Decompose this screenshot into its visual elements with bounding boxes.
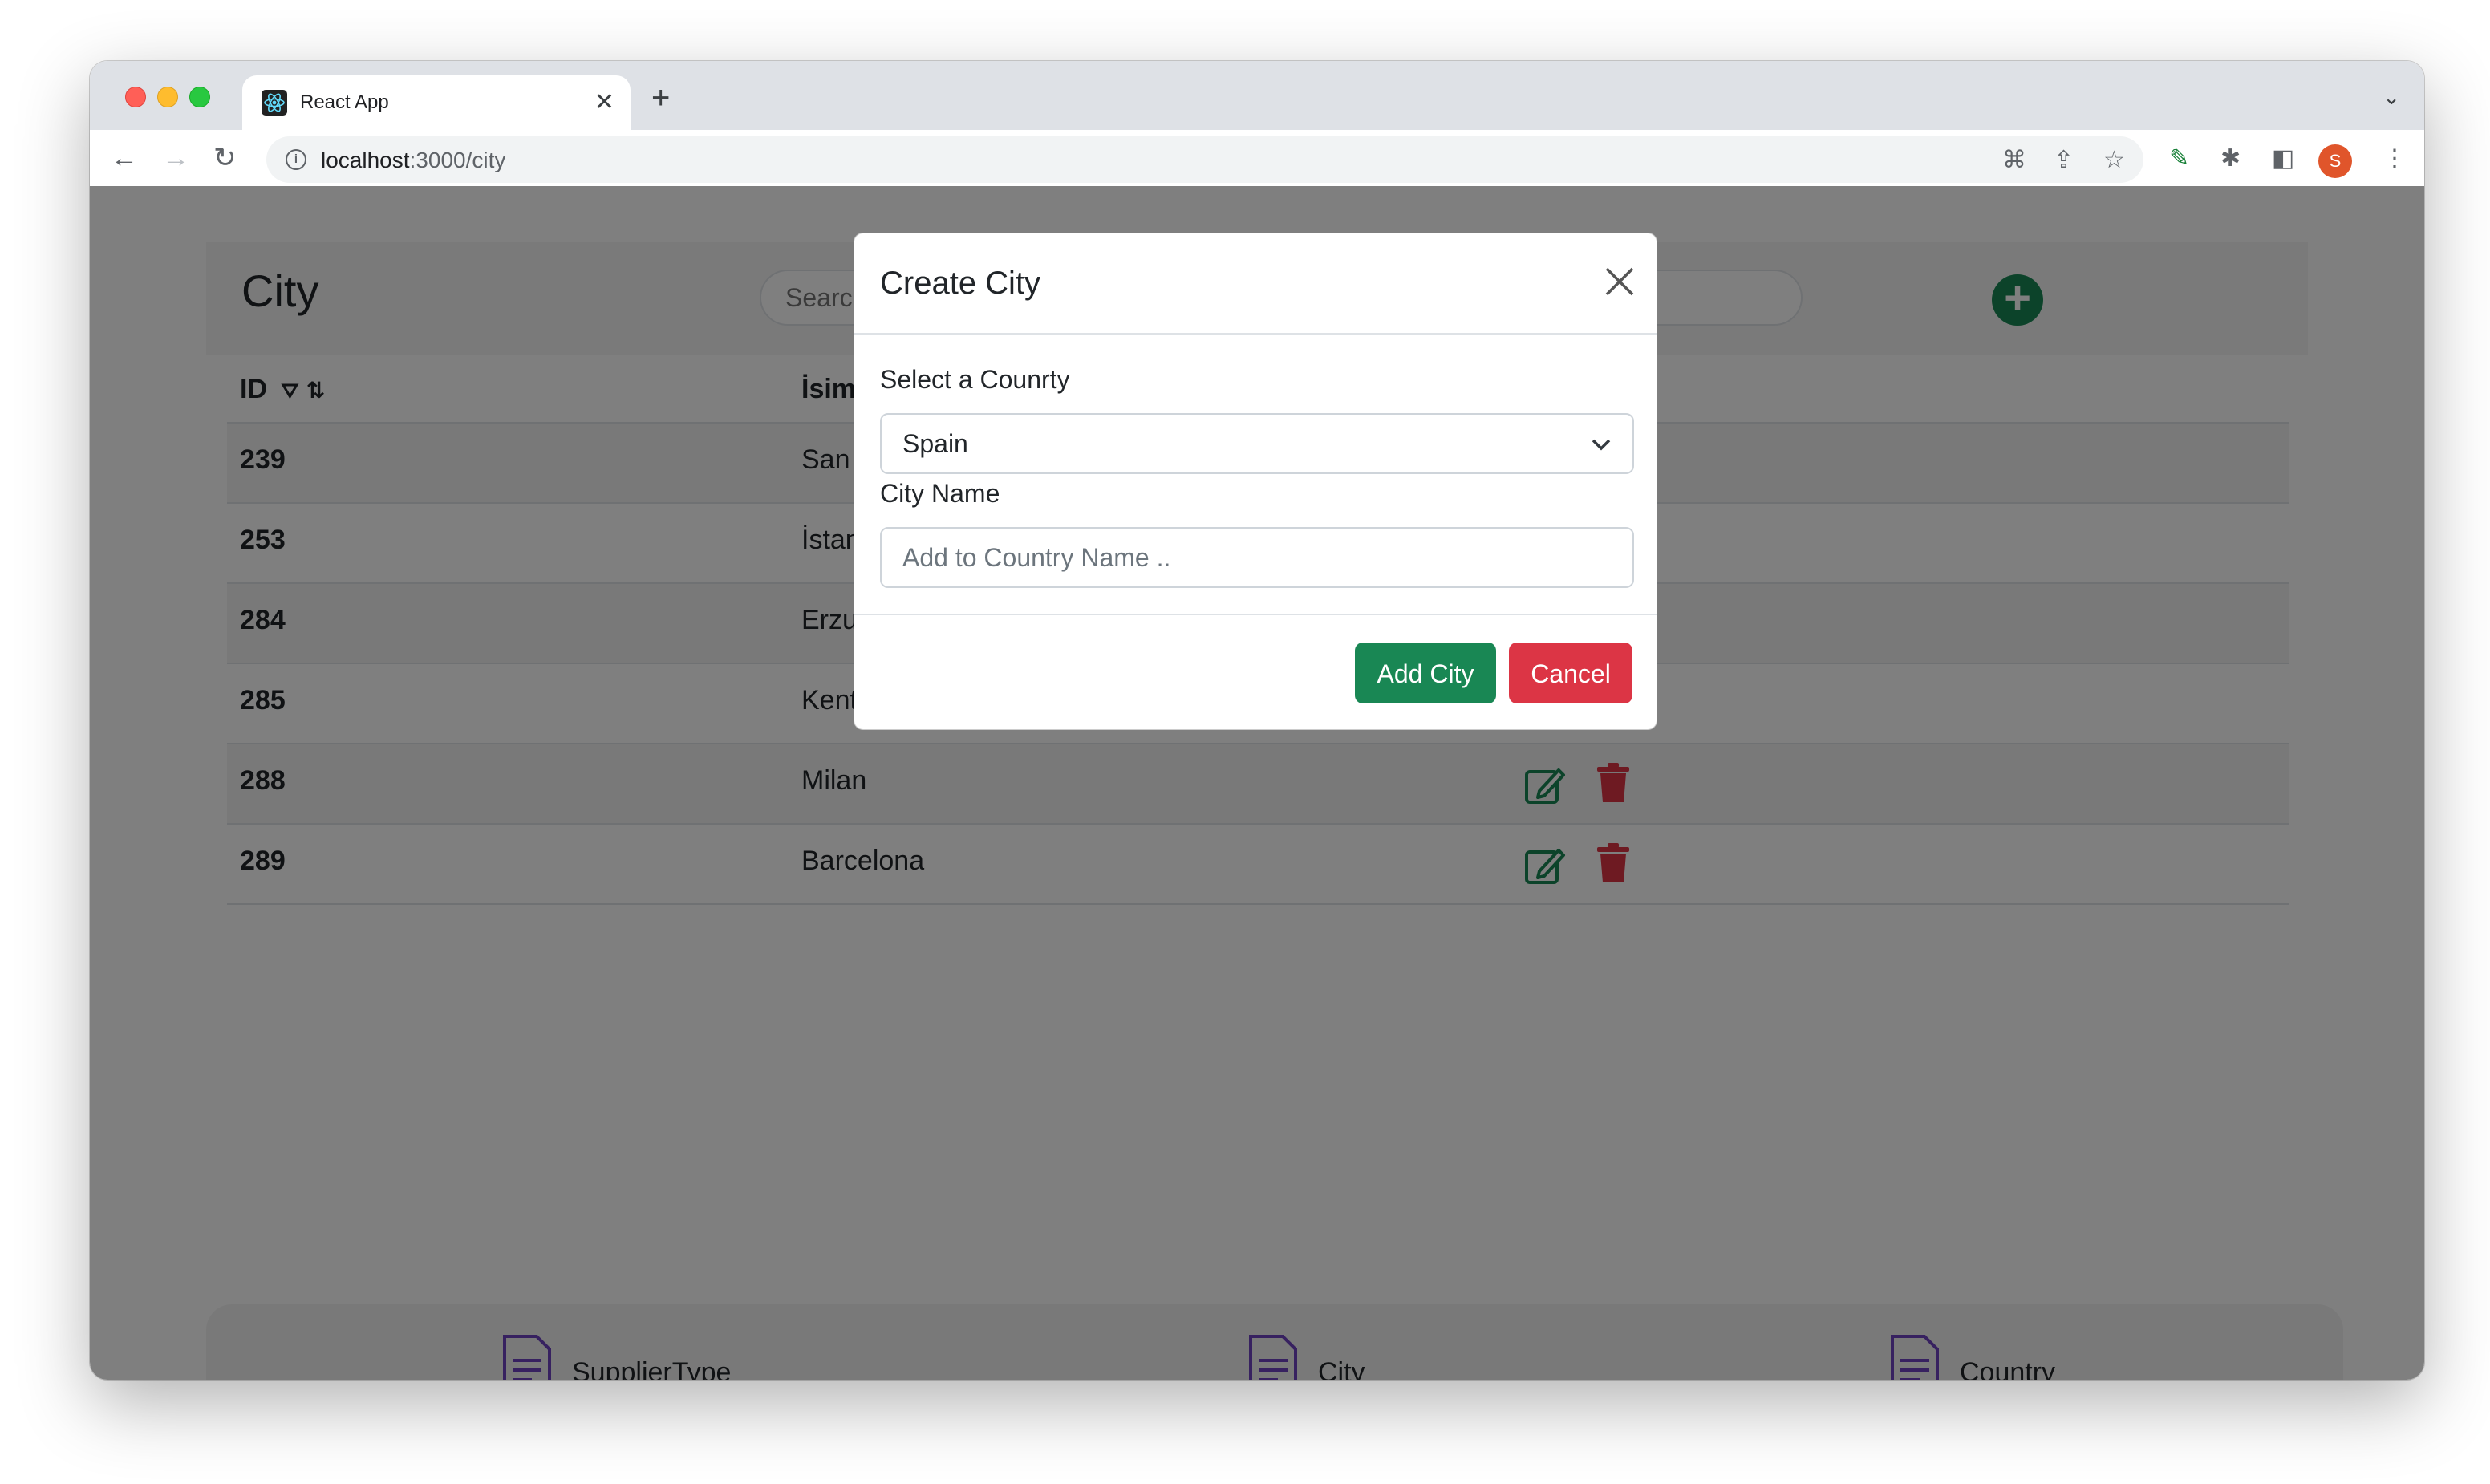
browser-menu-icon[interactable]: ⋮ [2383,144,2407,172]
react-logo-icon [262,90,287,116]
cancel-button[interactable]: Cancel [1509,643,1632,703]
extensions-puzzle-icon[interactable]: ✱ [2220,144,2241,172]
new-tab-button[interactable]: + [651,79,670,117]
country-select-value: Spain [902,429,968,458]
create-city-modal: Create City Select a Counrty Spain City … [854,233,1657,730]
url-host: localhost [321,148,410,172]
browser-window: React App ✕ + ⌄ ← → ↻ i localhost:3000/c… [90,61,2424,1380]
tab-react-app[interactable]: React App ✕ [242,75,631,130]
modal-header: Create City [854,233,1657,335]
country-select[interactable]: Spain [880,413,1634,474]
forward-button[interactable]: → [162,140,189,176]
profile-avatar[interactable]: S [2318,144,2352,178]
close-window-button[interactable] [125,87,146,107]
bookmark-star-icon[interactable]: ☆ [2103,146,2125,174]
modal-title: Create City [880,266,1041,301]
zoom-window-button[interactable] [189,87,210,107]
translate-icon[interactable]: ⌘ [2002,146,2026,174]
country-select-label: Select a Counrty [880,365,1070,394]
back-button[interactable]: ← [111,140,138,176]
city-name-label: City Name [880,479,1000,508]
share-icon[interactable]: ⇪ [2054,146,2074,174]
reload-button[interactable]: ↻ [213,140,237,176]
site-info-icon[interactable]: i [286,149,306,170]
page-viewport: City + ID ⛛ ⇅ İsim 239 San [90,186,2424,1380]
address-bar[interactable]: i localhost:3000/city ⌘ ⇪ ☆ [266,136,2143,183]
tab-search-chevron-icon[interactable]: ⌄ [2383,85,2400,110]
extension-eyedropper-icon[interactable]: ✎ [2169,144,2189,172]
add-city-submit-button[interactable]: Add City [1355,643,1496,703]
side-panel-icon[interactable]: ◧ [2272,144,2294,172]
tab-title: React App [300,91,389,113]
tab-strip: React App ✕ + ⌄ [90,61,2424,130]
modal-footer: Add City Cancel [854,614,1657,731]
close-icon[interactable] [1604,266,1636,298]
browser-toolbar: ← → ↻ i localhost:3000/city ⌘ ⇪ ☆ ✎ ✱ ◧ … [90,130,2424,186]
city-name-input[interactable] [880,527,1634,588]
url-path: :3000/city [409,148,506,172]
url-text: localhost:3000/city [321,148,505,173]
minimize-window-button[interactable] [157,87,178,107]
chevron-down-icon [1592,439,1611,451]
tab-close-icon[interactable]: ✕ [594,87,614,119]
